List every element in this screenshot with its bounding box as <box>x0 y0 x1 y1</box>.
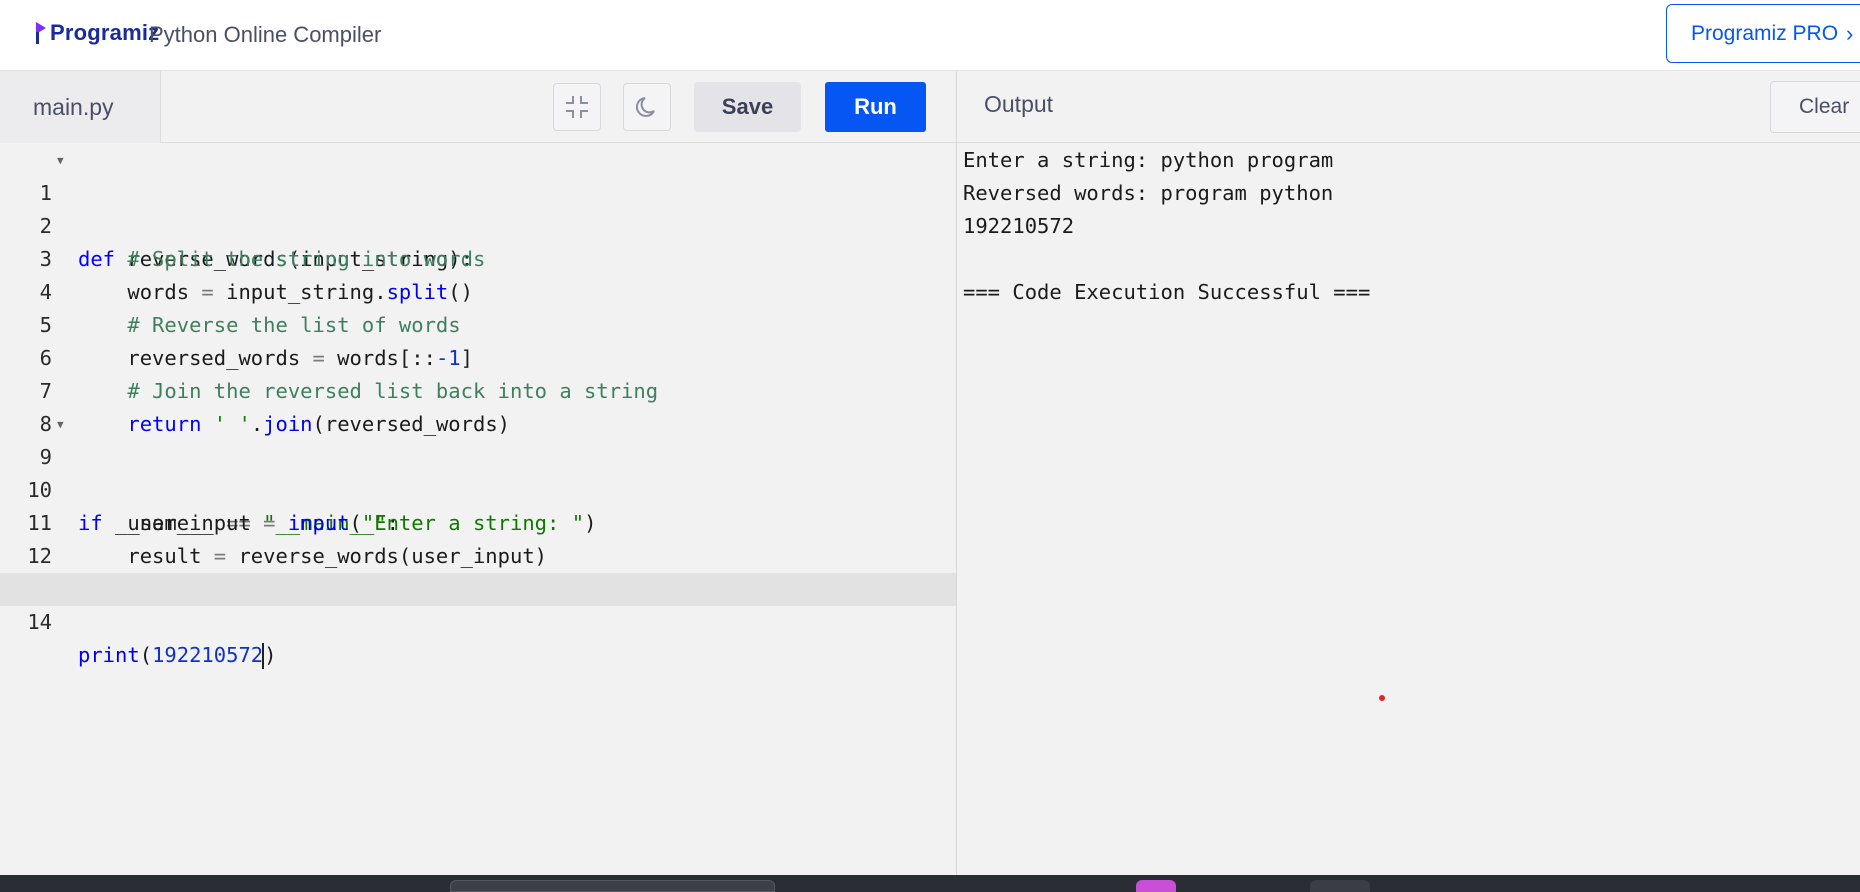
programiz-logo-icon <box>36 22 46 44</box>
code-line[interactable]: 6 # Join the reversed list back into a s… <box>0 309 956 403</box>
fold-arrow-icon[interactable]: ▼ <box>57 408 64 441</box>
code-line[interactable]: 12 print("Reversed words:", result) <box>0 507 956 601</box>
chevron-right-icon: › <box>1846 20 1854 46</box>
output-title: Output <box>984 91 1054 117</box>
taskbar-app-icon[interactable] <box>1136 880 1176 892</box>
output-panel[interactable]: Enter a string: python program Reversed … <box>957 143 1860 875</box>
editor-toolbar: main.py Save Run <box>0 71 956 143</box>
code-line[interactable]: 5 reversed_words = words[::-1] <box>0 276 956 370</box>
output-line: 192210572 <box>963 214 1075 238</box>
pro-button-label: Programiz PRO <box>1691 21 1839 45</box>
code-line-active[interactable]: 14 print(192210572) <box>0 573 956 669</box>
line-number: 14 <box>27 610 52 634</box>
theme-toggle-button[interactable] <box>623 83 671 131</box>
code-line[interactable]: 2 # Split the string into words <box>0 177 956 271</box>
code-line[interactable]: 3 words = input_string.split() <box>0 210 956 304</box>
code-line[interactable]: 8 <box>0 375 956 436</box>
taskbar-search[interactable] <box>450 880 775 892</box>
file-tab-main[interactable]: main.py <box>0 71 161 143</box>
collapse-button[interactable] <box>553 83 601 131</box>
top-header: Programiz Python Online Compiler Program… <box>0 0 1860 71</box>
fold-arrow-icon[interactable]: ▼ <box>57 144 64 177</box>
programiz-logo[interactable]: Programiz <box>34 16 159 50</box>
programiz-pro-button[interactable]: Programiz PRO › <box>1666 4 1860 63</box>
code-line[interactable]: 4 # Reverse the list of words <box>0 243 956 337</box>
code-line[interactable]: 9 ▼ if __name__ == "__main__": <box>0 408 956 535</box>
code-line[interactable]: 13 <box>0 540 956 601</box>
output-toolbar: Output Clear <box>957 71 1860 143</box>
save-button[interactable]: Save <box>694 82 801 132</box>
output-line: Enter a string: python program <box>963 148 1334 172</box>
taskbar-app-icon[interactable] <box>1310 880 1370 892</box>
brand-name: Programiz <box>50 20 160 45</box>
code-line[interactable]: 10 user_input = input("Enter a string: "… <box>0 441 956 535</box>
collapse-icon <box>566 96 588 118</box>
pointer-dot <box>1379 695 1385 701</box>
code-line[interactable]: 11 result = reverse_words(user_input) <box>0 474 956 568</box>
moon-icon <box>635 97 655 117</box>
run-button[interactable]: Run <box>825 82 926 132</box>
clear-button[interactable]: Clear <box>1770 81 1860 133</box>
code-text: print(192210572) <box>78 643 277 669</box>
code-line[interactable]: 7 return ' '.join(reversed_words) <box>0 342 956 436</box>
output-line: Reversed words: program python <box>963 181 1334 205</box>
text-cursor <box>262 643 265 669</box>
os-taskbar <box>0 875 1860 892</box>
output-line: === Code Execution Successful === <box>963 280 1371 304</box>
code-line[interactable]: 1 ▼ def reverse_words(input_string): <box>0 144 956 271</box>
code-editor[interactable]: 1 ▼ def reverse_words(input_string): 2 #… <box>0 143 956 875</box>
app-title: Python Online Compiler <box>149 22 382 47</box>
